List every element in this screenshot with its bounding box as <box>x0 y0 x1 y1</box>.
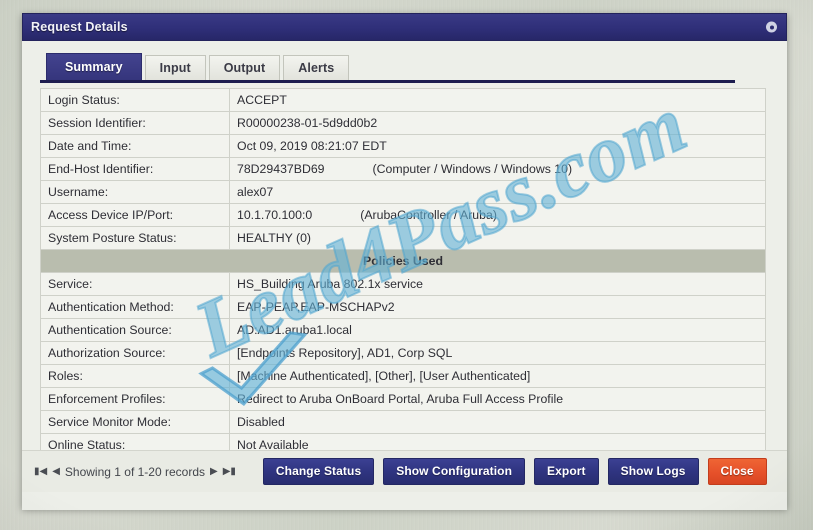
row-value-cell: HEALTHY (0) <box>229 226 766 250</box>
row-value-cell: Redirect to Aruba OnBoard Portal, Aruba … <box>229 387 766 411</box>
row-value-extra: (Computer / Windows / Windows 10) <box>372 162 573 176</box>
row-value: ACCEPT <box>237 93 287 107</box>
row-value-cell: Oct 09, 2019 08:21:07 EDT <box>229 134 766 158</box>
table-row: Authorization Source: [Endpoints Reposito… <box>40 341 766 365</box>
change-status-button[interactable]: Change Status <box>262 458 375 485</box>
row-value: EAP-PEAP,EAP-MSCHAPv2 <box>237 300 395 314</box>
tab-alerts[interactable]: Alerts <box>283 55 350 80</box>
tab-underline <box>40 80 735 83</box>
request-details-table: Login Status: ACCEPT Session Identifier: R0… <box>40 88 766 457</box>
row-value: alex07 <box>237 185 274 199</box>
row-value: AD:AD1.aruba1.local <box>237 323 352 337</box>
table-row: Date and Time: Oct 09, 2019 08:21:07 EDT <box>40 134 766 158</box>
pagination-control: ▮◀ ◀ Showing 1 of 1-20 records ▶ ▶▮ <box>34 465 236 479</box>
row-label: System Posture Status: <box>40 226 230 250</box>
row-value: [Machine Authenticated], [Other], [User … <box>237 369 531 383</box>
row-label: Enforcement Profiles: <box>40 387 230 411</box>
row-label: Session Identifier: <box>40 111 230 135</box>
row-value-cell: Disabled <box>229 410 766 434</box>
tab-output[interactable]: Output <box>208 55 281 80</box>
row-label: Roles: <box>40 364 230 388</box>
prev-page-icon[interactable]: ◀ <box>52 466 60 477</box>
table-row: Login Status: ACCEPT <box>40 88 766 112</box>
row-value: [Endpoints Repository], AD1, Corp SQL <box>237 346 453 360</box>
row-label: Access Device IP/Port: <box>40 203 230 227</box>
request-details-dialog: Request Details Summary Input Output Alerts… <box>22 13 787 510</box>
tab-strip: Summary Input Output Alerts <box>40 53 769 80</box>
row-label: Service: <box>40 272 230 296</box>
dialog-title: Request Details <box>31 20 128 34</box>
row-value-cell: [Machine Authenticated], [Other], [User … <box>229 364 766 388</box>
table-row: Service Monitor Mode: Disabled <box>40 410 766 434</box>
row-value-cell: R00000238-01-5d9dd0b2 <box>229 111 766 135</box>
close-dot-icon[interactable] <box>766 21 777 33</box>
row-value-cell: 10.1.70.100:0 (ArubaController / Aruba) <box>229 203 766 227</box>
table-row: System Posture Status: HEALTHY (0) <box>40 226 766 250</box>
dialog-body: Summary Input Output Alerts Login Status: AC… <box>22 41 787 510</box>
next-page-icon[interactable]: ▶ <box>210 466 218 477</box>
dialog-titlebar: Request Details <box>22 13 787 41</box>
table-row: Username: alex07 <box>40 180 766 204</box>
row-value: HS_Building Aruba 802.1x service <box>237 277 423 291</box>
row-label: Authorization Source: <box>40 341 230 365</box>
row-label: Date and Time: <box>40 134 230 158</box>
row-label: End-Host Identifier: <box>40 157 230 181</box>
row-label: Authentication Method: <box>40 295 230 319</box>
row-value: Disabled <box>237 415 285 429</box>
row-value: Oct 09, 2019 08:21:07 EDT <box>237 139 387 153</box>
row-value-cell: HS_Building Aruba 802.1x service <box>229 272 766 296</box>
show-configuration-button[interactable]: Show Configuration <box>383 458 526 485</box>
tab-input[interactable]: Input <box>144 55 206 80</box>
last-page-icon[interactable]: ▶▮ <box>223 466 236 477</box>
row-value-cell: 78D29437BD69 (Computer / Windows / Window… <box>229 157 766 181</box>
row-label: Login Status: <box>40 88 230 112</box>
table-row: Enforcement Profiles: Redirect to Aruba O… <box>40 387 766 411</box>
row-label: Authentication Source: <box>40 318 230 342</box>
row-value: R00000238-01-5d9dd0b2 <box>237 116 378 130</box>
row-value-cell: AD:AD1.aruba1.local <box>229 318 766 342</box>
records-count-text: Showing 1 of 1-20 records <box>64 464 205 479</box>
table-row: Roles: [Machine Authenticated], [Other], … <box>40 364 766 388</box>
tab-summary[interactable]: Summary <box>46 53 142 80</box>
row-value-extra: (ArubaController / Aruba) <box>360 208 497 222</box>
table-row: Session Identifier: R00000238-01-5d9dd0b2 <box>40 111 766 135</box>
row-value-cell: EAP-PEAP,EAP-MSCHAPv2 <box>229 295 766 319</box>
row-value-cell: ACCEPT <box>229 88 766 112</box>
table-row: Access Device IP/Port: 10.1.70.100:0 (Arub… <box>40 203 766 227</box>
row-value: Redirect to Aruba OnBoard Portal, Aruba … <box>237 392 564 406</box>
table-row: Authentication Source: AD:AD1.aruba1.loca… <box>40 318 766 342</box>
table-row: End-Host Identifier: 78D29437BD69 (Compute… <box>40 157 766 181</box>
row-value: 78D29437BD69 <box>237 162 325 176</box>
first-page-icon[interactable]: ▮◀ <box>34 466 47 477</box>
policies-used-section-header: Policies Used <box>40 249 766 273</box>
show-logs-button[interactable]: Show Logs <box>607 458 699 485</box>
export-button[interactable]: Export <box>534 458 599 485</box>
table-row: Authentication Method: EAP-PEAP,EAP-MSCHA… <box>40 295 766 319</box>
row-label: Username: <box>40 180 230 204</box>
table-row: Service: HS_Building Aruba 802.1x service <box>40 272 766 296</box>
row-value: HEALTHY (0) <box>237 231 312 245</box>
close-button[interactable]: Close <box>707 458 767 485</box>
row-value-cell: alex07 <box>229 180 766 204</box>
footer-button-group: Change Status Show Configuration Export Sho… <box>262 458 767 485</box>
row-value: 10.1.70.100:0 <box>237 208 313 222</box>
row-label: Service Monitor Mode: <box>40 410 230 434</box>
section-header-label: Policies Used <box>40 249 766 273</box>
row-value-cell: [Endpoints Repository], AD1, Corp SQL <box>229 341 766 365</box>
dialog-footer: ▮◀ ◀ Showing 1 of 1-20 records ▶ ▶▮ Chan… <box>22 450 787 492</box>
